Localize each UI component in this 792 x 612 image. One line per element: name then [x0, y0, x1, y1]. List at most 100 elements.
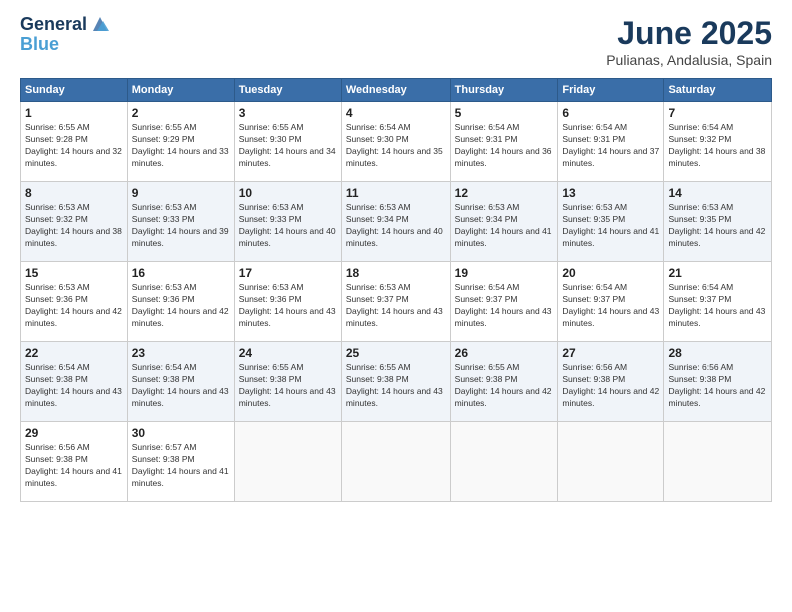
day-info: Sunrise: 6:55 AMSunset: 9:38 PMDaylight:…	[455, 362, 552, 408]
day-info: Sunrise: 6:55 AMSunset: 9:38 PMDaylight:…	[239, 362, 336, 408]
table-row: 18 Sunrise: 6:53 AMSunset: 9:37 PMDaylig…	[341, 262, 450, 342]
day-info: Sunrise: 6:54 AMSunset: 9:30 PMDaylight:…	[346, 122, 443, 168]
day-info: Sunrise: 6:54 AMSunset: 9:38 PMDaylight:…	[132, 362, 229, 408]
day-number: 10	[239, 186, 337, 200]
day-number: 12	[455, 186, 554, 200]
day-number: 21	[668, 266, 767, 280]
day-number: 18	[346, 266, 446, 280]
day-number: 14	[668, 186, 767, 200]
table-row: 15 Sunrise: 6:53 AMSunset: 9:36 PMDaylig…	[21, 262, 128, 342]
day-info: Sunrise: 6:56 AMSunset: 9:38 PMDaylight:…	[668, 362, 765, 408]
location-subtitle: Pulianas, Andalusia, Spain	[606, 52, 772, 68]
day-info: Sunrise: 6:54 AMSunset: 9:31 PMDaylight:…	[562, 122, 659, 168]
day-info: Sunrise: 6:53 AMSunset: 9:34 PMDaylight:…	[455, 202, 552, 248]
day-number: 15	[25, 266, 123, 280]
day-info: Sunrise: 6:53 AMSunset: 9:35 PMDaylight:…	[668, 202, 765, 248]
col-thursday: Thursday	[450, 79, 558, 102]
col-sunday: Sunday	[21, 79, 128, 102]
month-title: June 2025	[606, 15, 772, 52]
day-number: 7	[668, 106, 767, 120]
table-row	[450, 422, 558, 502]
table-row: 4 Sunrise: 6:54 AMSunset: 9:30 PMDayligh…	[341, 102, 450, 182]
day-number: 9	[132, 186, 230, 200]
table-row: 3 Sunrise: 6:55 AMSunset: 9:30 PMDayligh…	[234, 102, 341, 182]
day-number: 28	[668, 346, 767, 360]
day-number: 5	[455, 106, 554, 120]
day-info: Sunrise: 6:53 AMSunset: 9:33 PMDaylight:…	[239, 202, 336, 248]
day-number: 4	[346, 106, 446, 120]
header: General Blue June 2025 Pulianas, Andalus…	[20, 15, 772, 68]
day-info: Sunrise: 6:54 AMSunset: 9:31 PMDaylight:…	[455, 122, 552, 168]
table-row: 22 Sunrise: 6:54 AMSunset: 9:38 PMDaylig…	[21, 342, 128, 422]
logo-text2: Blue	[20, 34, 59, 54]
table-row: 8 Sunrise: 6:53 AMSunset: 9:32 PMDayligh…	[21, 182, 128, 262]
day-number: 24	[239, 346, 337, 360]
table-row: 25 Sunrise: 6:55 AMSunset: 9:38 PMDaylig…	[341, 342, 450, 422]
table-row: 5 Sunrise: 6:54 AMSunset: 9:31 PMDayligh…	[450, 102, 558, 182]
calendar-week-5: 29 Sunrise: 6:56 AMSunset: 9:38 PMDaylig…	[21, 422, 772, 502]
day-info: Sunrise: 6:54 AMSunset: 9:37 PMDaylight:…	[668, 282, 765, 328]
day-number: 23	[132, 346, 230, 360]
logo-icon	[89, 13, 111, 35]
table-row	[664, 422, 772, 502]
day-info: Sunrise: 6:53 AMSunset: 9:36 PMDaylight:…	[25, 282, 122, 328]
logo-text: General	[20, 15, 87, 35]
calendar-week-4: 22 Sunrise: 6:54 AMSunset: 9:38 PMDaylig…	[21, 342, 772, 422]
table-row: 16 Sunrise: 6:53 AMSunset: 9:36 PMDaylig…	[127, 262, 234, 342]
day-number: 3	[239, 106, 337, 120]
col-monday: Monday	[127, 79, 234, 102]
table-row: 23 Sunrise: 6:54 AMSunset: 9:38 PMDaylig…	[127, 342, 234, 422]
day-number: 29	[25, 426, 123, 440]
day-number: 26	[455, 346, 554, 360]
table-row: 9 Sunrise: 6:53 AMSunset: 9:33 PMDayligh…	[127, 182, 234, 262]
day-number: 6	[562, 106, 659, 120]
day-info: Sunrise: 6:56 AMSunset: 9:38 PMDaylight:…	[562, 362, 659, 408]
day-info: Sunrise: 6:54 AMSunset: 9:37 PMDaylight:…	[455, 282, 552, 328]
col-wednesday: Wednesday	[341, 79, 450, 102]
col-tuesday: Tuesday	[234, 79, 341, 102]
table-row: 20 Sunrise: 6:54 AMSunset: 9:37 PMDaylig…	[558, 262, 664, 342]
day-info: Sunrise: 6:54 AMSunset: 9:37 PMDaylight:…	[562, 282, 659, 328]
table-row: 24 Sunrise: 6:55 AMSunset: 9:38 PMDaylig…	[234, 342, 341, 422]
table-row: 29 Sunrise: 6:56 AMSunset: 9:38 PMDaylig…	[21, 422, 128, 502]
day-number: 25	[346, 346, 446, 360]
table-row: 10 Sunrise: 6:53 AMSunset: 9:33 PMDaylig…	[234, 182, 341, 262]
col-friday: Friday	[558, 79, 664, 102]
table-row: 26 Sunrise: 6:55 AMSunset: 9:38 PMDaylig…	[450, 342, 558, 422]
calendar-week-1: 1 Sunrise: 6:55 AMSunset: 9:28 PMDayligh…	[21, 102, 772, 182]
table-row: 6 Sunrise: 6:54 AMSunset: 9:31 PMDayligh…	[558, 102, 664, 182]
day-info: Sunrise: 6:53 AMSunset: 9:36 PMDaylight:…	[239, 282, 336, 328]
page: General Blue June 2025 Pulianas, Andalus…	[0, 0, 792, 612]
logo: General Blue	[20, 15, 111, 55]
table-row	[341, 422, 450, 502]
day-number: 19	[455, 266, 554, 280]
table-row: 12 Sunrise: 6:53 AMSunset: 9:34 PMDaylig…	[450, 182, 558, 262]
day-info: Sunrise: 6:55 AMSunset: 9:29 PMDaylight:…	[132, 122, 229, 168]
day-info: Sunrise: 6:54 AMSunset: 9:32 PMDaylight:…	[668, 122, 765, 168]
day-number: 11	[346, 186, 446, 200]
day-number: 8	[25, 186, 123, 200]
day-number: 13	[562, 186, 659, 200]
calendar-week-2: 8 Sunrise: 6:53 AMSunset: 9:32 PMDayligh…	[21, 182, 772, 262]
table-row: 27 Sunrise: 6:56 AMSunset: 9:38 PMDaylig…	[558, 342, 664, 422]
day-info: Sunrise: 6:55 AMSunset: 9:30 PMDaylight:…	[239, 122, 336, 168]
day-info: Sunrise: 6:53 AMSunset: 9:35 PMDaylight:…	[562, 202, 659, 248]
day-info: Sunrise: 6:53 AMSunset: 9:37 PMDaylight:…	[346, 282, 443, 328]
day-info: Sunrise: 6:56 AMSunset: 9:38 PMDaylight:…	[25, 442, 122, 488]
table-row: 13 Sunrise: 6:53 AMSunset: 9:35 PMDaylig…	[558, 182, 664, 262]
title-area: June 2025 Pulianas, Andalusia, Spain	[606, 15, 772, 68]
table-row: 17 Sunrise: 6:53 AMSunset: 9:36 PMDaylig…	[234, 262, 341, 342]
day-info: Sunrise: 6:55 AMSunset: 9:28 PMDaylight:…	[25, 122, 122, 168]
day-info: Sunrise: 6:53 AMSunset: 9:34 PMDaylight:…	[346, 202, 443, 248]
day-number: 17	[239, 266, 337, 280]
table-row: 21 Sunrise: 6:54 AMSunset: 9:37 PMDaylig…	[664, 262, 772, 342]
day-number: 22	[25, 346, 123, 360]
day-number: 16	[132, 266, 230, 280]
calendar-week-3: 15 Sunrise: 6:53 AMSunset: 9:36 PMDaylig…	[21, 262, 772, 342]
table-row: 7 Sunrise: 6:54 AMSunset: 9:32 PMDayligh…	[664, 102, 772, 182]
day-number: 27	[562, 346, 659, 360]
table-row: 19 Sunrise: 6:54 AMSunset: 9:37 PMDaylig…	[450, 262, 558, 342]
table-row	[558, 422, 664, 502]
day-number: 30	[132, 426, 230, 440]
day-info: Sunrise: 6:53 AMSunset: 9:32 PMDaylight:…	[25, 202, 122, 248]
